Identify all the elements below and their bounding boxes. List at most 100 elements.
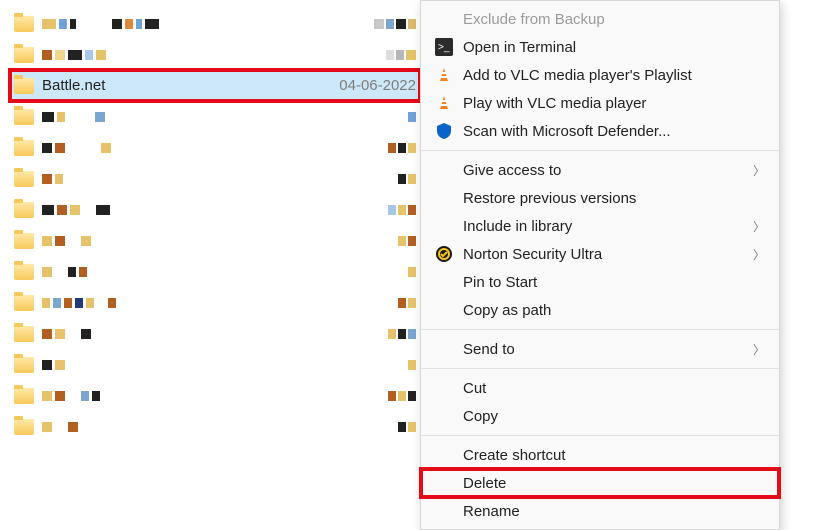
blurred-name [42,360,65,370]
context-menu: Exclude from Backup >_ Open in Terminal … [420,0,780,530]
file-row[interactable] [10,194,420,225]
folder-icon [14,16,34,32]
menu-exclude-backup: Exclude from Backup [421,5,779,33]
file-row[interactable] [10,8,420,39]
menu-norton[interactable]: Norton Security Ultra 〉 [421,240,779,268]
blurred-date [408,112,416,122]
file-row[interactable] [10,349,420,380]
menu-label: Give access to [463,162,561,179]
menu-label: Scan with Microsoft Defender... [463,123,671,140]
menu-pin-start[interactable]: Pin to Start [421,268,779,296]
folder-icon [14,171,34,187]
menu-copy-path[interactable]: Copy as path [421,296,779,324]
folder-icon [14,202,34,218]
blurred-date [408,360,416,370]
blurred-date [388,391,416,401]
folder-icon [14,109,34,125]
file-row[interactable] [10,380,420,411]
menu-rename[interactable]: Rename [421,497,779,525]
blurred-date [388,205,416,215]
menu-add-vlc[interactable]: Add to VLC media player's Playlist [421,61,779,89]
menu-label: Restore previous versions [463,190,636,207]
menu-restore-versions[interactable]: Restore previous versions [421,184,779,212]
file-row[interactable] [10,287,420,318]
folder-icon [14,326,34,342]
file-row[interactable] [10,411,420,442]
menu-separator [421,329,779,330]
file-row[interactable] [10,163,420,194]
file-row[interactable] [10,225,420,256]
blurred-name [42,205,110,215]
blurred-name [42,422,78,432]
menu-cut[interactable]: Cut [421,374,779,402]
menu-separator [421,150,779,151]
blurred-date [388,329,416,339]
blurred-name [42,112,105,122]
terminal-icon: >_ [433,36,455,58]
menu-scan-defender[interactable]: Scan with Microsoft Defender... [421,117,779,145]
blurred-date [386,50,416,60]
menu-create-shortcut[interactable]: Create shortcut [421,441,779,469]
chevron-right-icon: 〉 [753,341,765,358]
blurred-date [388,143,416,153]
folder-icon [14,419,34,435]
menu-label: Open in Terminal [463,39,576,56]
menu-open-terminal[interactable]: >_ Open in Terminal [421,33,779,61]
menu-send-to[interactable]: Send to 〉 [421,335,779,363]
defender-icon [433,120,455,142]
blurred-name [42,267,87,277]
menu-label: Copy as path [463,302,551,319]
blurred-date [398,174,416,184]
folder-icon [14,295,34,311]
menu-label: Delete [463,475,506,492]
blurred-name [42,143,111,153]
file-date: 04-06-2022 [339,77,416,94]
blurred-date [408,267,416,277]
menu-give-access[interactable]: Give access to 〉 [421,156,779,184]
menu-label: Norton Security Ultra [463,246,602,263]
menu-label: Cut [463,380,486,397]
vlc-icon [433,92,455,114]
file-list: Battle.net 04-06-2022 [10,8,420,442]
file-name: Battle.net [42,77,105,94]
blurred-name [42,391,100,401]
folder-icon [14,264,34,280]
chevron-right-icon: 〉 [753,218,765,235]
folder-icon [14,140,34,156]
menu-label: Rename [463,503,520,520]
file-row[interactable] [10,318,420,349]
menu-label: Add to VLC media player's Playlist [463,67,692,84]
chevron-right-icon: 〉 [753,162,765,179]
menu-copy[interactable]: Copy [421,402,779,430]
blurred-date [374,19,416,29]
menu-delete[interactable]: Delete [421,469,779,497]
blurred-name [42,329,91,339]
folder-icon [14,233,34,249]
file-row[interactable] [10,256,420,287]
folder-icon [14,357,34,373]
menu-label: Exclude from Backup [463,11,605,28]
chevron-right-icon: 〉 [753,246,765,263]
menu-include-library[interactable]: Include in library 〉 [421,212,779,240]
file-row-selected[interactable]: Battle.net 04-06-2022 [10,70,420,101]
blurred-name [42,50,106,60]
vlc-icon [433,64,455,86]
menu-label: Include in library [463,218,572,235]
blurred-date [398,298,416,308]
norton-icon [433,243,455,265]
menu-separator [421,368,779,369]
menu-label: Send to [463,341,515,358]
blurred-name [42,236,91,246]
folder-icon [14,388,34,404]
file-row[interactable] [10,39,420,70]
menu-separator [421,435,779,436]
svg-text:>_: >_ [438,42,450,53]
file-row[interactable] [10,132,420,163]
menu-label: Copy [463,408,498,425]
menu-label: Pin to Start [463,274,537,291]
blurred-name [42,174,63,184]
file-row[interactable] [10,101,420,132]
menu-play-vlc[interactable]: Play with VLC media player [421,89,779,117]
blurred-date [398,236,416,246]
blurred-date [398,422,416,432]
